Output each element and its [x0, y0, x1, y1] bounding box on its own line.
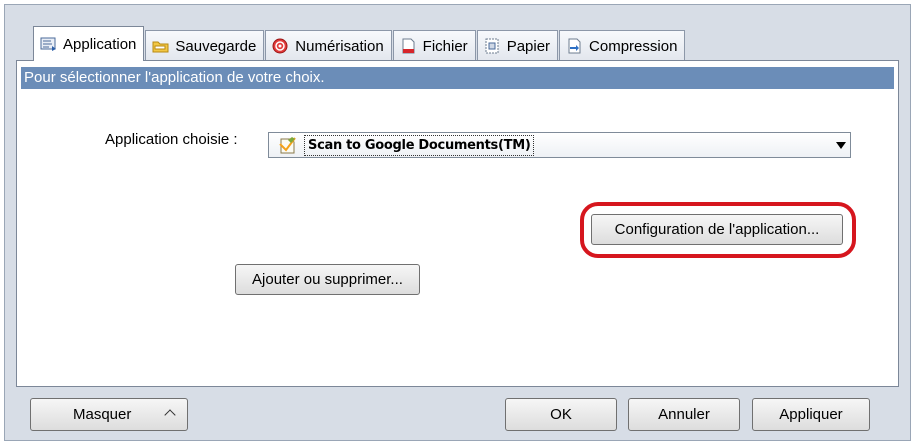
panel-description: Pour sélectionner l'application de votre… [21, 67, 894, 89]
app-select-label: Application choisie : [105, 131, 238, 148]
scan-icon [272, 38, 289, 54]
hide-button[interactable]: Masquer [30, 398, 188, 431]
hide-button-label: Masquer [73, 406, 132, 423]
add-remove-button[interactable]: Ajouter ou supprimer... [235, 264, 420, 295]
selected-application: Scan to Google Documents(TM) [304, 135, 535, 156]
tab-label: Fichier [422, 37, 468, 55]
application-select[interactable]: Scan to Google Documents(TM) [268, 132, 851, 158]
tab-label: Application [63, 35, 137, 53]
tab-label: Sauvegarde [175, 37, 257, 55]
tab-label: Papier [506, 37, 551, 55]
tab-papier[interactable]: Papier [476, 30, 559, 61]
folder-icon [152, 38, 169, 54]
apply-button[interactable]: Appliquer [752, 398, 870, 431]
tab-bar: Application Sauvegarde Numérisation Fich… [33, 25, 686, 61]
application-icon [40, 36, 57, 52]
tab-numerisation[interactable]: Numérisation [265, 30, 392, 61]
paper-icon [484, 38, 501, 54]
dropdown-arrow-icon[interactable] [836, 142, 846, 149]
tab-label: Compression [589, 37, 678, 55]
file-icon [400, 38, 417, 54]
tab-application[interactable]: Application [33, 26, 145, 61]
tab-label: Numérisation [295, 37, 384, 55]
compression-icon [566, 38, 583, 54]
tab-sauvegarde[interactable]: Sauvegarde [145, 30, 265, 61]
cancel-button[interactable]: Annuler [628, 398, 740, 431]
chevron-up-icon [164, 409, 176, 421]
tab-fichier[interactable]: Fichier [392, 30, 476, 61]
tab-compression[interactable]: Compression [559, 30, 686, 61]
google-docs-icon [278, 136, 298, 154]
application-panel: Pour sélectionner l'application de votre… [16, 60, 899, 387]
configure-application-button[interactable]: Configuration de l'application... [591, 214, 843, 245]
ok-button[interactable]: OK [505, 398, 617, 431]
window-frame: Application Sauvegarde Numérisation Fich… [4, 4, 911, 441]
